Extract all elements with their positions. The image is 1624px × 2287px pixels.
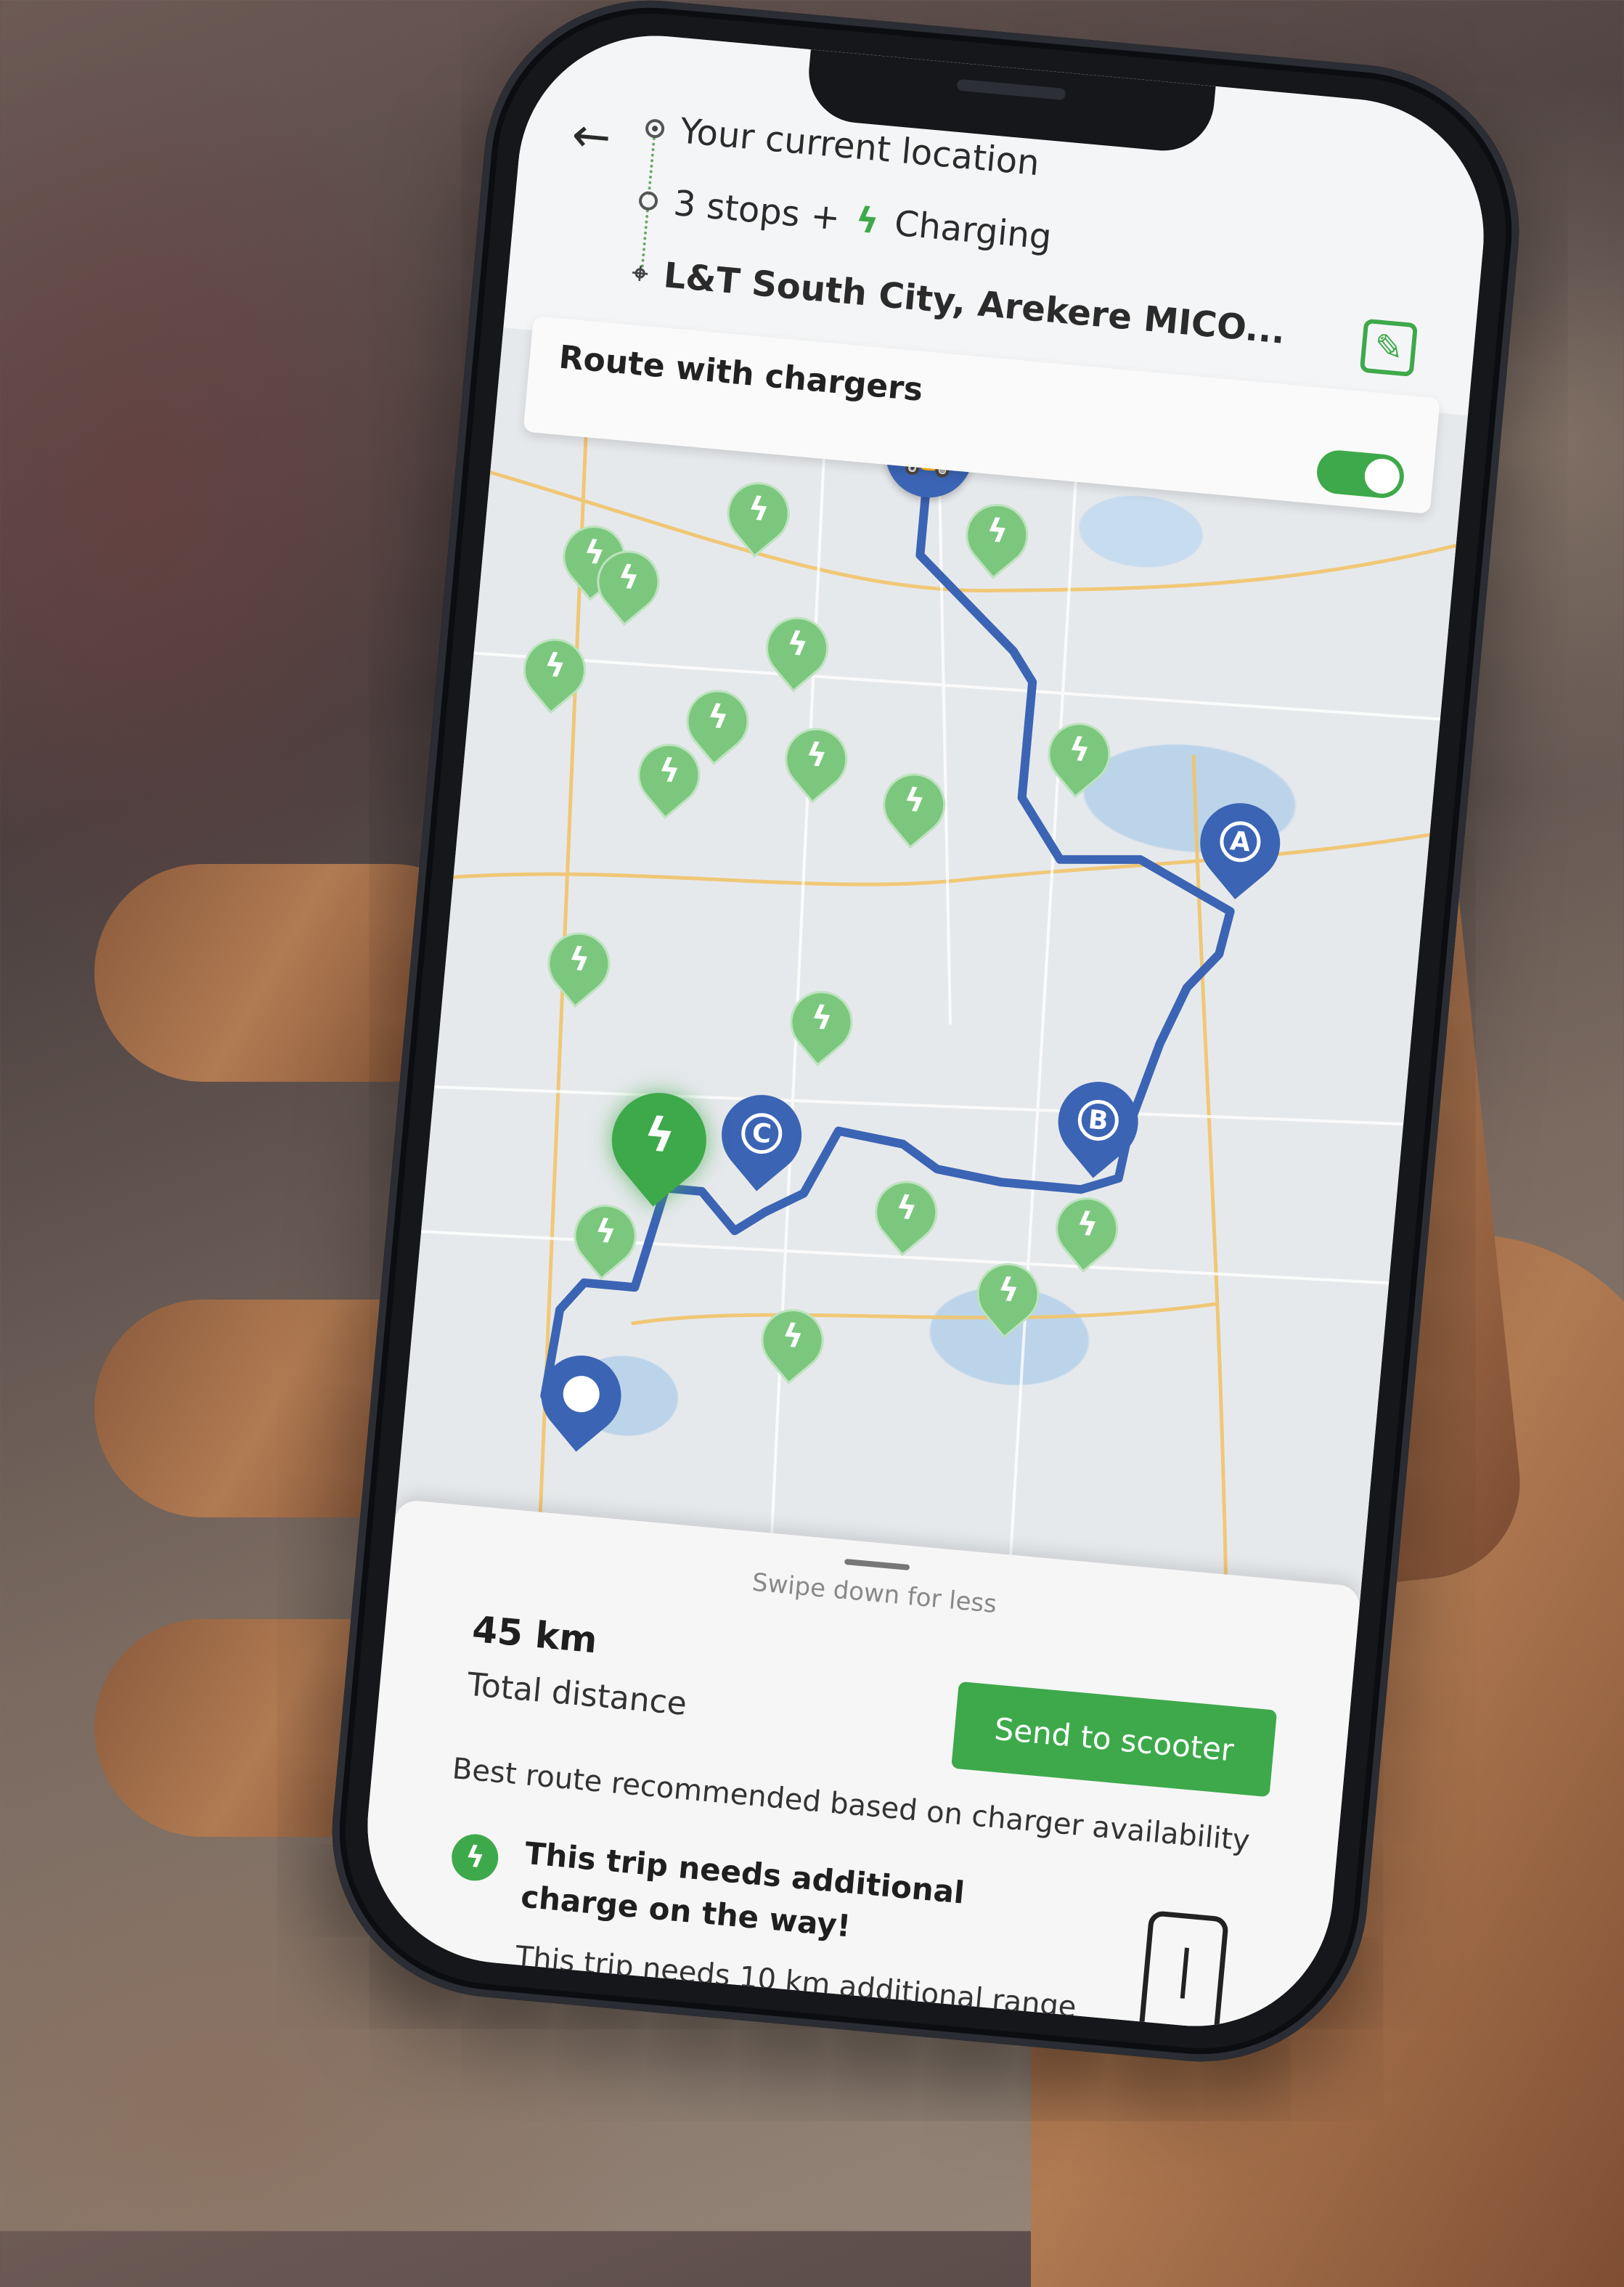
back-arrow-icon[interactable]: ←: [570, 108, 613, 166]
route-with-chargers-toggle[interactable]: [1315, 448, 1406, 500]
charger-pin[interactable]: ϟ: [748, 1296, 837, 1391]
send-to-scooter-button[interactable]: Send to scooter: [951, 1681, 1278, 1798]
charger-pin[interactable]: ϟ: [777, 978, 866, 1073]
stops-row[interactable]: 3 stops + ϟ Charging: [637, 180, 1053, 258]
destination-pin[interactable]: [525, 1339, 638, 1460]
charger-pin[interactable]: ϟ: [624, 730, 714, 826]
stops-suffix: Charging: [892, 203, 1053, 258]
stop-pin-a[interactable]: A: [1183, 786, 1297, 908]
sheet-drag-handle[interactable]: [844, 1558, 910, 1571]
charger-pin[interactable]: ϟ: [561, 1191, 650, 1287]
route-with-chargers-label: Route with chargers: [557, 338, 925, 409]
charge-alert-icon: ϟ: [449, 1832, 501, 1883]
charger-pin[interactable]: ϟ: [952, 491, 1041, 586]
selected-charger-pin[interactable]: ϟ: [592, 1073, 726, 1213]
speaker-grille: [956, 78, 1066, 101]
charger-pin[interactable]: ϟ: [714, 469, 803, 564]
stop-pin-b[interactable]: B: [1042, 1065, 1155, 1186]
toggle-knob: [1363, 457, 1401, 495]
charging-bolt-icon: ϟ: [854, 199, 881, 242]
charging-station-icon: [1137, 1909, 1230, 2038]
edit-icon[interactable]: ✎: [1359, 318, 1419, 378]
total-distance-value: 45 km: [470, 1607, 600, 1662]
charger-pin[interactable]: ϟ: [510, 626, 599, 721]
charger-pin[interactable]: ϟ: [1042, 1184, 1131, 1280]
charger-pin[interactable]: ϟ: [584, 537, 672, 633]
charger-pin[interactable]: ϟ: [1035, 710, 1123, 805]
total-distance-label: Total distance: [465, 1666, 689, 1723]
charger-pin[interactable]: ϟ: [862, 1168, 950, 1263]
route-summary-sheet[interactable]: Swipe down for less 45 km Total distance…: [356, 1499, 1362, 2038]
phone-device: ← Your current location 3 stops + ϟ Char…: [317, 0, 1534, 2076]
origin-dot-icon: [644, 118, 666, 139]
phone-screen: ← Your current location 3 stops + ϟ Char…: [356, 24, 1496, 2038]
charger-pin[interactable]: ϟ: [534, 919, 623, 1015]
charger-pin[interactable]: ϟ: [772, 715, 860, 810]
charger-pin[interactable]: ϟ: [964, 1250, 1053, 1345]
stop-circle-icon: [637, 190, 659, 211]
stop-pin-c[interactable]: C: [705, 1078, 818, 1199]
map-view[interactable]: ⤡ ϟ ϟ ϟ ϟ ϟ ϟ ϟ ϟ ϟ ϟ ϟ ϟ ϟ ϟ ϟ ϟ ϟ ϟ ϟ …: [394, 327, 1468, 1609]
charger-pin[interactable]: ϟ: [870, 760, 958, 856]
location-pin-icon: ⌖: [631, 256, 650, 290]
stops-prefix: 3 stops +: [672, 182, 842, 239]
charger-pin[interactable]: ϟ: [753, 604, 841, 699]
